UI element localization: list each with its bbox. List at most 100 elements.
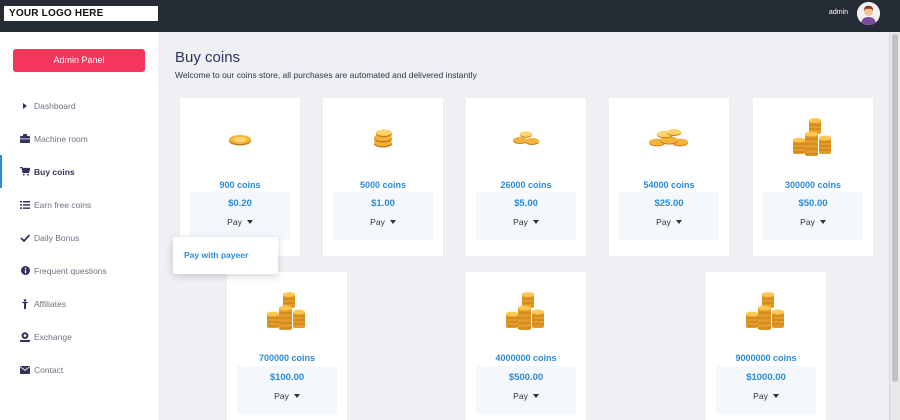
- info-icon: [16, 266, 34, 275]
- coins-stacks-icon: [227, 282, 347, 342]
- caret-down-icon: [532, 220, 539, 224]
- pay-label: Pay: [800, 217, 815, 227]
- coin-package-card: 300000 coins $50.00 Pay: [753, 98, 873, 256]
- pay-with-payeer-option[interactable]: Pay with payeer: [184, 250, 248, 260]
- pay-dropdown-button[interactable]: Pay: [190, 217, 290, 227]
- coin-amount: 900 coins: [219, 180, 261, 190]
- pay-dropdown-button[interactable]: Pay: [333, 217, 433, 227]
- pay-label: Pay: [753, 391, 768, 401]
- admin-panel-button[interactable]: Admin Panel: [13, 49, 145, 72]
- coin-package-card: 26000 coins $5.00 Pay: [466, 98, 586, 256]
- pay-dropdown-button[interactable]: Pay: [237, 391, 337, 401]
- pay-dropdown-button[interactable]: Pay: [476, 391, 576, 401]
- user-name[interactable]: admin: [829, 9, 848, 16]
- page-subtitle: Welcome to our coins store, all purchase…: [175, 70, 477, 80]
- sidebar-item-label: Dashboard: [34, 100, 76, 111]
- pay-label: Pay: [227, 217, 242, 227]
- price: $500.00: [508, 372, 544, 383]
- sidebar-item-label: Earn free coins: [34, 199, 92, 210]
- exchange-icon: [16, 331, 34, 342]
- caret-down-icon: [819, 220, 826, 224]
- caret-down-icon: [246, 220, 253, 224]
- coin-amount: 700000 coins: [258, 353, 316, 363]
- price-box: $0.20 Pay: [190, 192, 290, 240]
- sidebar-item-affiliates[interactable]: Affiliates: [0, 287, 158, 320]
- pay-dropdown-button[interactable]: Pay: [619, 217, 719, 227]
- price-box: $1000.00 Pay: [716, 366, 816, 414]
- coin-package-card: 54000 coins $25.00 Pay: [609, 98, 729, 256]
- coins-stacks-icon: [753, 108, 873, 168]
- check-icon: [16, 233, 34, 242]
- envelope-icon: [16, 365, 34, 374]
- sidebar: Admin Panel Dashboard Machine room Buy c…: [0, 32, 158, 420]
- pay-label: Pay: [656, 217, 671, 227]
- pay-dropdown-menu: Pay with payeer: [173, 237, 278, 274]
- scrollbar-thumb[interactable]: [892, 34, 898, 382]
- avatar-icon: [857, 2, 880, 25]
- price: $5.00: [514, 198, 538, 209]
- sidebar-item-daily-bonus[interactable]: Daily Bonus: [0, 221, 158, 254]
- sidebar-item-label: Frequent questions: [34, 265, 107, 276]
- coin-amount: 4000000 coins: [495, 353, 557, 363]
- caret-down-icon: [675, 220, 682, 224]
- pay-dropdown-button[interactable]: Pay: [763, 217, 863, 227]
- sidebar-item-machine-room[interactable]: Machine room: [0, 122, 158, 155]
- coins-stack-small-icon: [323, 108, 443, 168]
- sidebar-item-contact[interactable]: Contact: [0, 353, 158, 386]
- price-box: $5.00 Pay: [476, 192, 576, 240]
- pay-label: Pay: [513, 217, 528, 227]
- coin-package-card: 900 coins $0.20 Pay: [180, 98, 300, 256]
- pay-dropdown-button[interactable]: Pay: [716, 391, 816, 401]
- caret-down-icon: [389, 220, 396, 224]
- sidebar-item-frequent-questions[interactable]: Frequent questions: [0, 254, 158, 287]
- sidebar-item-label: Machine room: [34, 133, 88, 144]
- coins-stacks-icon: [466, 282, 586, 342]
- coin-package-card: 700000 coins $100.00 Pay: [227, 272, 347, 420]
- caret-down-icon: [293, 394, 300, 398]
- top-bar: YOUR LOGO HERE admin: [0, 0, 900, 32]
- sidebar-item-buy-coins[interactable]: Buy coins: [0, 155, 158, 188]
- coin-package-card: 9000000 coins $1000.00 Pay: [706, 272, 826, 420]
- coins-stacks-icon: [706, 282, 826, 342]
- sidebar-item-earn-free-coins[interactable]: Earn free coins: [0, 188, 158, 221]
- sidebar-item-label: Affiliates: [34, 298, 66, 309]
- coin-amount: 26000 coins: [500, 180, 552, 190]
- price: $1.00: [371, 198, 395, 209]
- sidebar-item-label: Contact: [34, 364, 64, 375]
- sidebar-item-label: Buy coins: [34, 166, 75, 177]
- price: $1000.00: [746, 372, 786, 383]
- price: $0.20: [228, 198, 252, 209]
- price-box: $50.00 Pay: [763, 192, 863, 240]
- sidebar-item-exchange[interactable]: Exchange: [0, 320, 158, 353]
- sidebar-item-label: Exchange: [34, 331, 72, 342]
- coin-amount: 9000000 coins: [735, 353, 797, 363]
- affiliate-icon: [16, 298, 34, 309]
- coin-package-card: 5000 coins $1.00 Pay: [323, 98, 443, 256]
- caret-down-icon: [532, 394, 539, 398]
- pay-label: Pay: [370, 217, 385, 227]
- price-box: $100.00 Pay: [237, 366, 337, 414]
- page-title: Buy coins: [175, 49, 241, 66]
- caret-down-icon: [772, 394, 779, 398]
- coin-package-card: 4000000 coins $500.00 Pay: [466, 272, 586, 420]
- price: $25.00: [654, 198, 684, 209]
- coin-amount: 300000 coins: [784, 180, 842, 190]
- avatar[interactable]: [857, 2, 880, 25]
- coins-pile-icon: [609, 108, 729, 168]
- price: $50.00: [798, 198, 828, 209]
- coin-amount: 5000 coins: [359, 180, 407, 190]
- cart-icon: [16, 167, 34, 176]
- price-box: $25.00 Pay: [619, 192, 719, 240]
- sidebar-item-label: Daily Bonus: [34, 232, 80, 243]
- list-icon: [16, 200, 34, 209]
- coins-small-icon: [180, 108, 300, 168]
- price-box: $500.00 Pay: [476, 366, 576, 414]
- pay-label: Pay: [513, 391, 528, 401]
- sidebar-item-dashboard[interactable]: Dashboard: [0, 89, 158, 122]
- scrollbar[interactable]: [889, 32, 900, 420]
- coin-amount: 54000 coins: [643, 180, 695, 190]
- pay-dropdown-button[interactable]: Pay: [476, 217, 576, 227]
- price: $100.00: [269, 372, 305, 383]
- pay-label: Pay: [274, 391, 289, 401]
- logo[interactable]: YOUR LOGO HERE: [4, 6, 158, 21]
